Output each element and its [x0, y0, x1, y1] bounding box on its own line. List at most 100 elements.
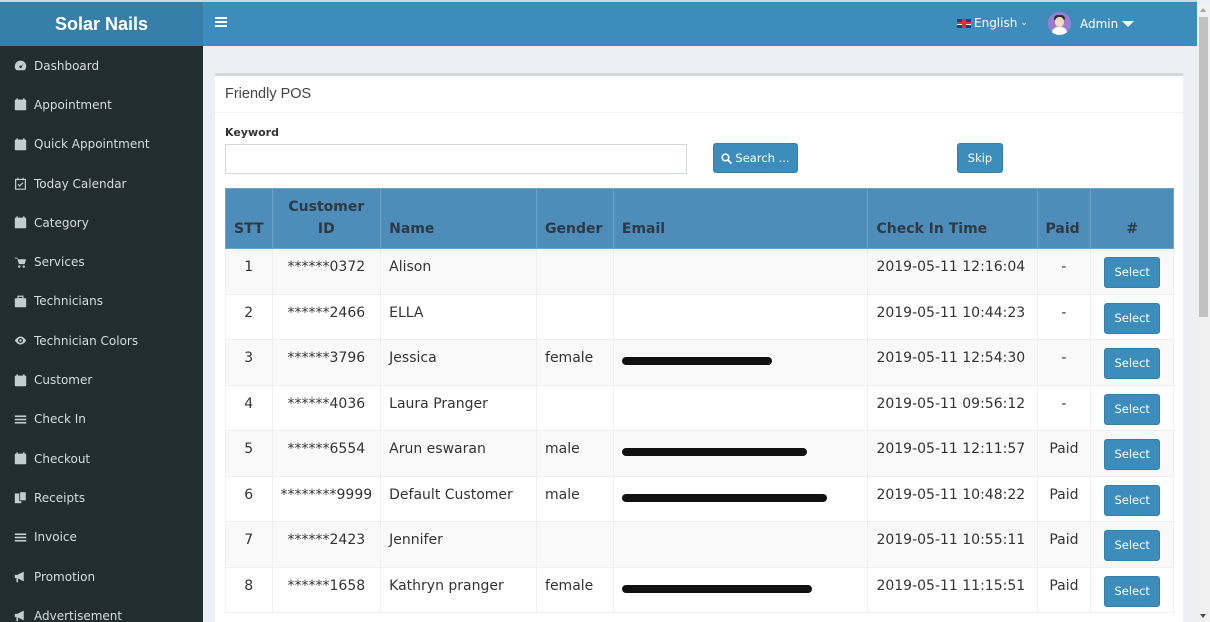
- col-header-stt[interactable]: STT: [225, 188, 273, 249]
- table-row[interactable]: 6 ********9999 Default Customer male 2019-05…: [225, 475, 1174, 522]
- cell-email: [612, 248, 869, 295]
- cell-paid: Paid: [1036, 475, 1092, 522]
- caret-down-icon: [1122, 20, 1135, 27]
- select-button[interactable]: Select: [1104, 257, 1161, 288]
- cell-check-in-time: 2019-05-11 10:48:22: [867, 475, 1038, 522]
- cell-paid: Paid: [1036, 430, 1092, 477]
- sidebar-item-appointment[interactable]: Appointment: [0, 85, 203, 124]
- scrollbar-thumb[interactable]: [1199, 17, 1208, 317]
- sidebar-item-quick-appointment[interactable]: Quick Appointment: [0, 125, 203, 164]
- sidebar-item-label: Customer: [34, 373, 93, 388]
- sidebar-item-receipts[interactable]: Receipts: [0, 478, 203, 517]
- skip-button[interactable]: Skip: [957, 143, 1003, 173]
- col-header-name[interactable]: Name: [380, 188, 538, 249]
- sidebar: Solar Nails Dashboard Appointment Quick Ap…: [0, 0, 203, 622]
- col-header-check-in-time[interactable]: Check In Time: [867, 188, 1038, 249]
- cell-stt: 7: [225, 521, 273, 568]
- calendar-icon: [13, 373, 27, 387]
- col-header-gender[interactable]: Gender: [536, 188, 614, 249]
- calendar-check-icon: [13, 177, 27, 191]
- cell-name: Kathryn pranger: [380, 566, 538, 613]
- table-row[interactable]: 3 ******3796 Jessica female 2019-05-11 12:54…: [225, 339, 1174, 386]
- sidebar-toggle-icon[interactable]: [215, 17, 227, 29]
- sidebar-item-label: Quick Appointment: [34, 137, 150, 152]
- page-scrollbar[interactable]: [1197, 2, 1210, 622]
- cell-paid: -: [1036, 384, 1092, 431]
- table-row[interactable]: 8 ******1658 Kathryn pranger female 2019-05-…: [225, 566, 1174, 613]
- table-row[interactable]: 2 ******2466 ELLA 2019-05-11 10:44:23- Selec…: [225, 293, 1174, 340]
- cell-customer-id: ******3796: [271, 339, 382, 386]
- sidebar-item-label: Services: [34, 255, 85, 270]
- language-dropdown[interactable]: English ⌄: [957, 16, 1028, 30]
- select-button[interactable]: Select: [1104, 530, 1161, 561]
- cell-stt: 2: [225, 293, 273, 340]
- cell-gender: male: [536, 475, 614, 522]
- table-header-row: STT Customer ID Name Gender Email Check I…: [225, 188, 1174, 249]
- table-row[interactable]: 7 ******2423 Jennifer 2019-05-11 10:55:11 Pa…: [225, 521, 1174, 568]
- search-icon: [721, 152, 733, 164]
- eye-icon: [13, 334, 27, 348]
- select-button[interactable]: Select: [1104, 348, 1161, 379]
- sidebar-item-customer[interactable]: Customer: [0, 360, 203, 399]
- sidebar-item-label: Technicians: [34, 294, 103, 309]
- keyword-input[interactable]: [225, 144, 687, 174]
- sidebar-item-invoice[interactable]: Invoice: [0, 518, 203, 557]
- col-header-email[interactable]: Email: [612, 188, 869, 249]
- keyword-label: Keyword: [225, 126, 279, 139]
- sidebar-item-dashboard[interactable]: Dashboard: [0, 46, 203, 85]
- sidebar-item-promotion[interactable]: Promotion: [0, 557, 203, 596]
- cell-gender: [536, 384, 614, 431]
- sidebar-item-label: Technician Colors: [34, 333, 139, 348]
- cell-name: Jennifer: [380, 521, 538, 568]
- select-button[interactable]: Select: [1104, 575, 1161, 607]
- redacted-email: [621, 357, 772, 365]
- cell-action: Select: [1090, 384, 1174, 431]
- redacted-email: [621, 584, 812, 593]
- cell-stt: 6: [225, 475, 273, 522]
- cell-check-in-time: 2019-05-11 12:11:57: [867, 430, 1038, 477]
- user-name: Admin: [1080, 16, 1119, 31]
- select-button[interactable]: Select: [1104, 439, 1161, 470]
- copy-icon: [13, 491, 27, 505]
- sidebar-item-advertisement[interactable]: Advertisement: [0, 596, 203, 622]
- scroll-up-icon[interactable]: [1200, 8, 1206, 12]
- page-title: Friendly POS: [215, 76, 1183, 113]
- avatar: [1048, 12, 1071, 35]
- sidebar-item-category[interactable]: Category: [0, 203, 203, 242]
- cell-customer-id: ******4036: [271, 384, 382, 431]
- scroll-down-icon[interactable]: [1200, 614, 1206, 618]
- sidebar-item-today-calendar[interactable]: Today Calendar: [0, 164, 203, 203]
- cell-stt: 3: [225, 339, 273, 386]
- app-logo[interactable]: Solar Nails: [0, 2, 203, 46]
- cell-gender: [536, 248, 614, 295]
- sidebar-item-technician-colors[interactable]: Technician Colors: [0, 321, 203, 360]
- cell-email: [612, 384, 869, 431]
- user-menu[interactable]: Admin: [1048, 12, 1135, 35]
- select-button[interactable]: Select: [1104, 484, 1161, 516]
- table-row[interactable]: 1 ******0372 Alison 2019-05-11 12:16:04- Sel…: [225, 248, 1174, 295]
- cell-check-in-time: 2019-05-11 10:44:23: [867, 293, 1038, 340]
- sidebar-item-check-in[interactable]: Check In: [0, 400, 203, 439]
- sidebar-item-checkout[interactable]: Checkout: [0, 439, 203, 478]
- cell-email: [612, 475, 869, 522]
- select-button[interactable]: Select: [1104, 302, 1161, 334]
- briefcase-icon: [13, 294, 27, 308]
- table-row[interactable]: 5 ******6554 Arun eswaran male 2019-05-11 12…: [225, 430, 1174, 477]
- cell-check-in-time: 2019-05-11 12:54:30: [867, 339, 1038, 386]
- bullhorn-icon: [13, 570, 27, 584]
- col-header-paid[interactable]: Paid: [1036, 188, 1092, 249]
- search-button-label: Search ...: [735, 151, 790, 165]
- top-navbar: English ⌄ Admin: [203, 2, 1197, 46]
- cell-paid: Paid: [1036, 521, 1092, 568]
- select-button[interactable]: Select: [1104, 393, 1161, 425]
- col-header-customer-id[interactable]: Customer ID: [271, 188, 382, 249]
- cell-check-in-time: 2019-05-11 12:16:04: [867, 248, 1038, 295]
- sidebar-item-technicians[interactable]: Technicians: [0, 282, 203, 321]
- cell-gender: [536, 521, 614, 568]
- sidebar-item-services[interactable]: Services: [0, 242, 203, 281]
- redacted-email: [621, 448, 807, 456]
- cell-action: Select: [1090, 339, 1174, 386]
- cell-email: [612, 430, 869, 477]
- table-row[interactable]: 4 ******4036 Laura Pranger 2019-05-11 09:56…: [225, 384, 1174, 431]
- search-button[interactable]: Search ...: [713, 143, 798, 173]
